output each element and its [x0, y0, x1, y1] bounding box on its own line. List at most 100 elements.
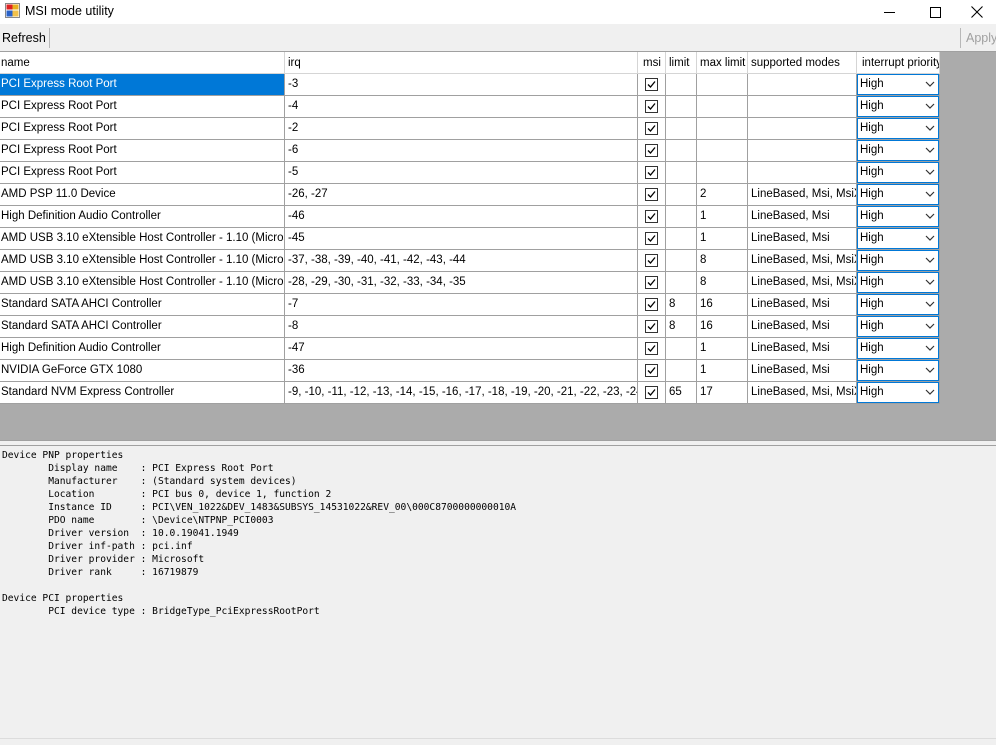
cell-limit[interactable]: [666, 228, 697, 250]
cell-irq[interactable]: -45: [285, 228, 638, 250]
msi-checkbox[interactable]: [645, 276, 658, 289]
minimize-button[interactable]: [866, 0, 912, 24]
cell-limit[interactable]: [666, 118, 697, 140]
priority-dropdown[interactable]: High: [857, 316, 939, 337]
column-header-max-limit[interactable]: max limit: [697, 52, 748, 74]
table-row[interactable]: Standard SATA AHCI Controller -8 8 16 LineBa…: [0, 316, 940, 338]
horizontal-scrollbar[interactable]: [0, 738, 996, 745]
device-details-panel[interactable]: Device PNP properties Display name : PCI…: [0, 446, 996, 738]
msi-checkbox[interactable]: [645, 166, 658, 179]
cell-name[interactable]: Standard SATA AHCI Controller: [0, 294, 285, 316]
cell-name[interactable]: PCI Express Root Port: [0, 96, 285, 118]
table-row[interactable]: AMD PSP 11.0 Device -26, -27 2 LineBased, M…: [0, 184, 940, 206]
priority-dropdown[interactable]: High: [857, 96, 939, 117]
cell-limit[interactable]: [666, 272, 697, 294]
column-header-supported-modes[interactable]: supported modes: [748, 52, 857, 74]
priority-dropdown[interactable]: High: [857, 360, 939, 381]
table-row[interactable]: AMD USB 3.10 eXtensible Host Controller …: [0, 272, 940, 294]
cell-irq[interactable]: -4: [285, 96, 638, 118]
priority-dropdown[interactable]: High: [857, 338, 939, 359]
msi-checkbox[interactable]: [645, 144, 658, 157]
cell-irq[interactable]: -47: [285, 338, 638, 360]
msi-checkbox[interactable]: [645, 78, 658, 91]
cell-name[interactable]: High Definition Audio Controller: [0, 338, 285, 360]
priority-dropdown[interactable]: High: [857, 140, 939, 161]
cell-name[interactable]: High Definition Audio Controller: [0, 206, 285, 228]
cell-limit[interactable]: 8: [666, 316, 697, 338]
table-row[interactable]: AMD USB 3.10 eXtensible Host Controller …: [0, 228, 940, 250]
table-row[interactable]: High Definition Audio Controller -46 1 Line…: [0, 206, 940, 228]
cell-irq[interactable]: -9, -10, -11, -12, -13, -14, -15, -16, -…: [285, 382, 638, 404]
table-row[interactable]: PCI Express Root Port -6 High: [0, 140, 940, 162]
cell-name[interactable]: AMD USB 3.10 eXtensible Host Controller …: [0, 272, 285, 294]
cell-irq[interactable]: -36: [285, 360, 638, 382]
table-row[interactable]: PCI Express Root Port -5 High: [0, 162, 940, 184]
cell-limit[interactable]: [666, 360, 697, 382]
cell-limit[interactable]: [666, 162, 697, 184]
msi-checkbox[interactable]: [645, 254, 658, 267]
msi-checkbox[interactable]: [645, 100, 658, 113]
cell-name[interactable]: NVIDIA GeForce GTX 1080: [0, 360, 285, 382]
table-row[interactable]: PCI Express Root Port -3 High: [0, 74, 940, 96]
priority-dropdown[interactable]: High: [857, 118, 939, 139]
cell-name[interactable]: PCI Express Root Port: [0, 162, 285, 184]
msi-checkbox[interactable]: [645, 298, 658, 311]
table-row[interactable]: PCI Express Root Port -2 High: [0, 118, 940, 140]
table-row[interactable]: AMD USB 3.10 eXtensible Host Controller …: [0, 250, 940, 272]
cell-irq[interactable]: -8: [285, 316, 638, 338]
cell-limit[interactable]: [666, 74, 697, 96]
cell-name[interactable]: AMD USB 3.10 eXtensible Host Controller …: [0, 228, 285, 250]
table-row[interactable]: High Definition Audio Controller -47 1 Line…: [0, 338, 940, 360]
priority-dropdown[interactable]: High: [857, 206, 939, 227]
table-row[interactable]: NVIDIA GeForce GTX 1080 -36 1 LineBased, Ms…: [0, 360, 940, 382]
msi-checkbox[interactable]: [645, 210, 658, 223]
cell-name[interactable]: PCI Express Root Port: [0, 118, 285, 140]
msi-checkbox[interactable]: [645, 122, 658, 135]
msi-checkbox[interactable]: [645, 342, 658, 355]
priority-dropdown[interactable]: High: [857, 228, 939, 249]
cell-irq[interactable]: -28, -29, -30, -31, -32, -33, -34, -35: [285, 272, 638, 294]
column-header-limit[interactable]: limit: [666, 52, 697, 74]
cell-irq[interactable]: -37, -38, -39, -40, -41, -42, -43, -44: [285, 250, 638, 272]
cell-irq[interactable]: -5: [285, 162, 638, 184]
msi-checkbox[interactable]: [645, 364, 658, 377]
cell-irq[interactable]: -6: [285, 140, 638, 162]
cell-name[interactable]: PCI Express Root Port: [0, 140, 285, 162]
cell-irq[interactable]: -3: [285, 74, 638, 96]
maximize-button[interactable]: [912, 0, 958, 24]
cell-limit[interactable]: [666, 206, 697, 228]
msi-checkbox[interactable]: [645, 320, 658, 333]
column-header-interrupt-priority[interactable]: interrupt priority: [857, 52, 940, 74]
refresh-button[interactable]: Refresh: [1, 28, 50, 48]
cell-limit[interactable]: [666, 184, 697, 206]
cell-irq[interactable]: -7: [285, 294, 638, 316]
msi-checkbox[interactable]: [645, 188, 658, 201]
cell-irq[interactable]: -46: [285, 206, 638, 228]
cell-name[interactable]: AMD USB 3.10 eXtensible Host Controller …: [0, 250, 285, 272]
msi-checkbox[interactable]: [645, 232, 658, 245]
priority-dropdown[interactable]: High: [857, 294, 939, 315]
msi-checkbox[interactable]: [645, 386, 658, 399]
priority-dropdown[interactable]: High: [857, 74, 939, 95]
cell-irq[interactable]: -26, -27: [285, 184, 638, 206]
table-row[interactable]: Standard SATA AHCI Controller -7 8 16 LineBa…: [0, 294, 940, 316]
cell-name[interactable]: AMD PSP 11.0 Device: [0, 184, 285, 206]
priority-dropdown[interactable]: High: [857, 382, 939, 403]
cell-limit[interactable]: [666, 96, 697, 118]
cell-limit[interactable]: [666, 250, 697, 272]
cell-limit[interactable]: 65: [666, 382, 697, 404]
cell-name[interactable]: PCI Express Root Port: [0, 74, 285, 96]
column-header-msi[interactable]: msi: [638, 52, 666, 74]
cell-limit[interactable]: [666, 338, 697, 360]
column-header-irq[interactable]: irq: [285, 52, 638, 74]
table-row[interactable]: PCI Express Root Port -4 High: [0, 96, 940, 118]
apply-button[interactable]: Apply: [960, 28, 996, 48]
priority-dropdown[interactable]: High: [857, 162, 939, 183]
cell-limit[interactable]: [666, 140, 697, 162]
close-button[interactable]: [958, 0, 996, 24]
priority-dropdown[interactable]: High: [857, 250, 939, 271]
column-header-name[interactable]: name: [0, 52, 285, 74]
priority-dropdown[interactable]: High: [857, 184, 939, 205]
cell-limit[interactable]: 8: [666, 294, 697, 316]
cell-name[interactable]: Standard SATA AHCI Controller: [0, 316, 285, 338]
